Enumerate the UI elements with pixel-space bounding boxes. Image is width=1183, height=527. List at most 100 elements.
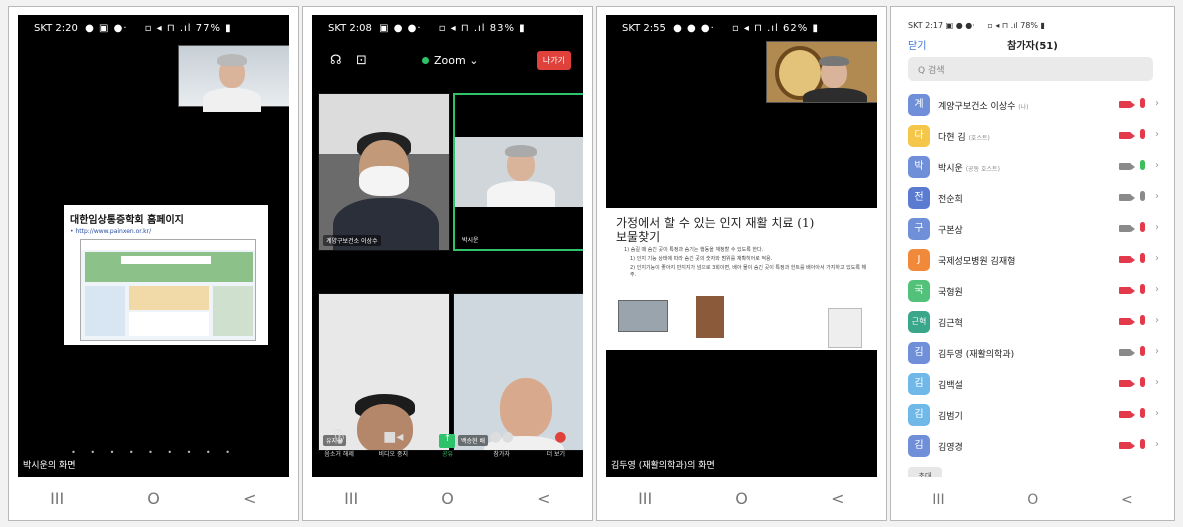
status-bar: SKT 2:20 ● ▣ ●· ▫ ◂ ⊓ .ıl 77% ▮ bbox=[18, 15, 289, 39]
status-bar: SKT 2:55 ● ● ●· ▫ ◂ ⊓ .ıl 62% ▮ bbox=[606, 15, 877, 39]
notification-icons: ● ● ●· bbox=[673, 23, 715, 34]
participant-name: 구본상 bbox=[938, 223, 963, 236]
status-time: SKT 2:55 bbox=[622, 23, 666, 34]
participant-row[interactable]: 김 김범기 › bbox=[900, 401, 1165, 432]
recents-icon[interactable]: III bbox=[331, 489, 371, 508]
avatar: 박 bbox=[908, 156, 930, 178]
recents-icon[interactable]: III bbox=[625, 489, 665, 508]
home-icon[interactable]: O bbox=[133, 489, 173, 508]
chevron-right-icon: › bbox=[1155, 191, 1159, 202]
speaker-thumbnail[interactable] bbox=[766, 41, 877, 103]
avatar: 김 bbox=[908, 342, 930, 364]
participant-name: 국형원 bbox=[938, 285, 963, 298]
participant-name-text: 구본상 bbox=[938, 226, 963, 236]
participant-row[interactable]: J 국제성모병원 김재형 › bbox=[900, 246, 1165, 277]
mic-muted-icon bbox=[1140, 284, 1145, 294]
participant-row[interactable]: 김 김두영 (재활의학과) › bbox=[900, 339, 1165, 370]
video-icon bbox=[1119, 349, 1135, 356]
invite-button[interactable]: 초대 bbox=[908, 467, 942, 477]
participants-button[interactable]: ●● 참가자 bbox=[480, 429, 524, 477]
speaker-icon[interactable]: ☊ bbox=[330, 53, 342, 68]
slide-bullet: 2) 인지기능이 좋아지 만지지가 넘으로 3회이면, 배아 물이 숨긴 곳이 … bbox=[630, 265, 867, 278]
android-nav-bar: III O < bbox=[303, 476, 592, 520]
participant-name: 박시운 bbox=[459, 234, 482, 245]
android-nav-bar: III O < bbox=[597, 476, 886, 520]
participant-row[interactable]: 계 계양구보건소 이상수 (나) › bbox=[900, 91, 1165, 122]
screen-caption: 박시운의 화면 bbox=[23, 461, 76, 471]
home-icon[interactable]: O bbox=[1027, 492, 1038, 508]
stop-video-button[interactable]: ■◂ 비디오 중지 bbox=[371, 429, 415, 477]
signal-battery: ▫ ◂ ⊓ .ıl 78% ▮ bbox=[987, 21, 1045, 30]
share-button[interactable]: ↑ 공유 bbox=[425, 429, 469, 477]
recents-icon[interactable]: III bbox=[37, 489, 77, 508]
home-icon[interactable]: O bbox=[721, 489, 761, 508]
back-icon[interactable]: < bbox=[230, 489, 270, 508]
back-icon[interactable]: < bbox=[818, 489, 858, 508]
slide-url: • http://www.painxen.or.kr/ bbox=[70, 228, 152, 235]
slide-title: 가정에서 할 수 있는 인지 재활 치료 (1) bbox=[616, 216, 815, 230]
participant-name-text: 김범기 bbox=[938, 412, 963, 422]
leave-button[interactable]: 나가기 bbox=[536, 51, 571, 70]
shared-screen-view: SKT 2:55 ● ● ●· ▫ ◂ ⊓ .ıl 62% ▮ 가정에서 할 수… bbox=[606, 15, 877, 477]
participant-name-text: 국제성모병원 김재형 bbox=[938, 257, 1016, 267]
video-icon bbox=[1119, 194, 1135, 201]
mic-muted-icon bbox=[1140, 408, 1145, 418]
avatar: 근혁 bbox=[908, 311, 930, 333]
participant-name: 김백설 bbox=[938, 378, 963, 391]
search-input[interactable]: Q 검색 bbox=[908, 57, 1153, 81]
signal-battery: ▫ ◂ ⊓ .ıl 77% ▮ bbox=[144, 23, 232, 34]
video-off-icon bbox=[1119, 256, 1135, 263]
participant-row[interactable]: 전 전순희 › bbox=[900, 184, 1165, 215]
avatar: 계 bbox=[908, 94, 930, 116]
participant-row[interactable]: 근혁 김근혁 › bbox=[900, 308, 1165, 339]
notification-icons: ● ▣ ●· bbox=[85, 23, 128, 34]
speaker-thumbnail[interactable] bbox=[178, 45, 289, 112]
signal-battery: ▫ ◂ ⊓ .ıl 62% ▮ bbox=[731, 23, 819, 34]
switch-camera-icon[interactable]: ⊡ bbox=[356, 53, 367, 68]
android-nav-bar: III O < bbox=[9, 476, 298, 520]
slide-bullet: 1) 숨길 때 숨긴 곳이 특정과 숨기는 행동을 재청할 수 있도록 한다. bbox=[624, 247, 764, 253]
participant-name-text: 김영경 bbox=[938, 443, 963, 453]
mic-muted-icon bbox=[1140, 315, 1145, 325]
participant-row[interactable]: 박 박시운 (공동 호스트) › bbox=[900, 153, 1165, 184]
video-off-icon bbox=[1119, 380, 1135, 387]
screen-caption: 김두영 (재활의학과)의 화면 bbox=[611, 461, 715, 471]
participant-name-text: 전순희 bbox=[938, 195, 963, 205]
participants-header: 닫기 참가자(51) bbox=[900, 33, 1165, 53]
participant-row[interactable]: 구 구본상 › bbox=[900, 215, 1165, 246]
video-icon bbox=[1119, 163, 1135, 170]
mic-muted-icon bbox=[1140, 439, 1145, 449]
participant-name: 김영경 bbox=[938, 440, 963, 453]
participant-name: 박시운 (공동 호스트) bbox=[938, 161, 1000, 174]
unmute-button[interactable]: 🎙 음소거 해제 bbox=[317, 429, 361, 477]
gallery-view: SKT 2:08 ▣ ● ●· ▫ ◂ ⊓ .ıl 83% ▮ ☊ ⊡ Zoom… bbox=[312, 15, 583, 477]
back-icon[interactable]: < bbox=[1121, 492, 1133, 508]
share-icon: ↑ bbox=[425, 429, 469, 449]
back-icon[interactable]: < bbox=[524, 489, 564, 508]
participant-row[interactable]: 국 국형원 › bbox=[900, 277, 1165, 308]
participant-row[interactable]: 김 김영경 › bbox=[900, 432, 1165, 463]
participant-name-text: 김백설 bbox=[938, 381, 963, 391]
zoom-menu[interactable]: Zoom ⌄ bbox=[422, 54, 478, 67]
meeting-top-bar: ☊ ⊡ Zoom ⌄ 나가기 bbox=[312, 49, 583, 75]
mic-muted-icon bbox=[1140, 377, 1145, 387]
chevron-right-icon: › bbox=[1155, 439, 1159, 450]
chevron-right-icon: › bbox=[1155, 160, 1159, 171]
participant-row[interactable]: 김 김백설 › bbox=[900, 370, 1165, 401]
participant-name: 김두영 (재활의학과) bbox=[938, 347, 1014, 360]
chevron-right-icon: › bbox=[1155, 253, 1159, 264]
avatar: J bbox=[908, 249, 930, 271]
android-nav-bar: III O < bbox=[891, 480, 1174, 520]
video-tile[interactable]: 계양구보건소 이상수 bbox=[318, 93, 450, 251]
home-icon[interactable]: O bbox=[427, 489, 467, 508]
participant-name-text: 국형원 bbox=[938, 288, 963, 298]
participants-icon: ●● bbox=[489, 429, 514, 445]
more-button[interactable]: ··● 더 보기 bbox=[534, 429, 578, 477]
video-tile-active-speaker[interactable]: 박시운 bbox=[453, 93, 583, 251]
participant-row[interactable]: 다 다현 김 (호스트) › bbox=[900, 122, 1165, 153]
mic-icon bbox=[1140, 191, 1145, 201]
chevron-right-icon: › bbox=[1155, 346, 1159, 357]
status-bar: SKT 2:08 ▣ ● ●· ▫ ◂ ⊓ .ıl 83% ▮ bbox=[312, 15, 583, 39]
video-off-icon bbox=[1119, 132, 1135, 139]
recents-icon[interactable]: III bbox=[932, 492, 944, 508]
